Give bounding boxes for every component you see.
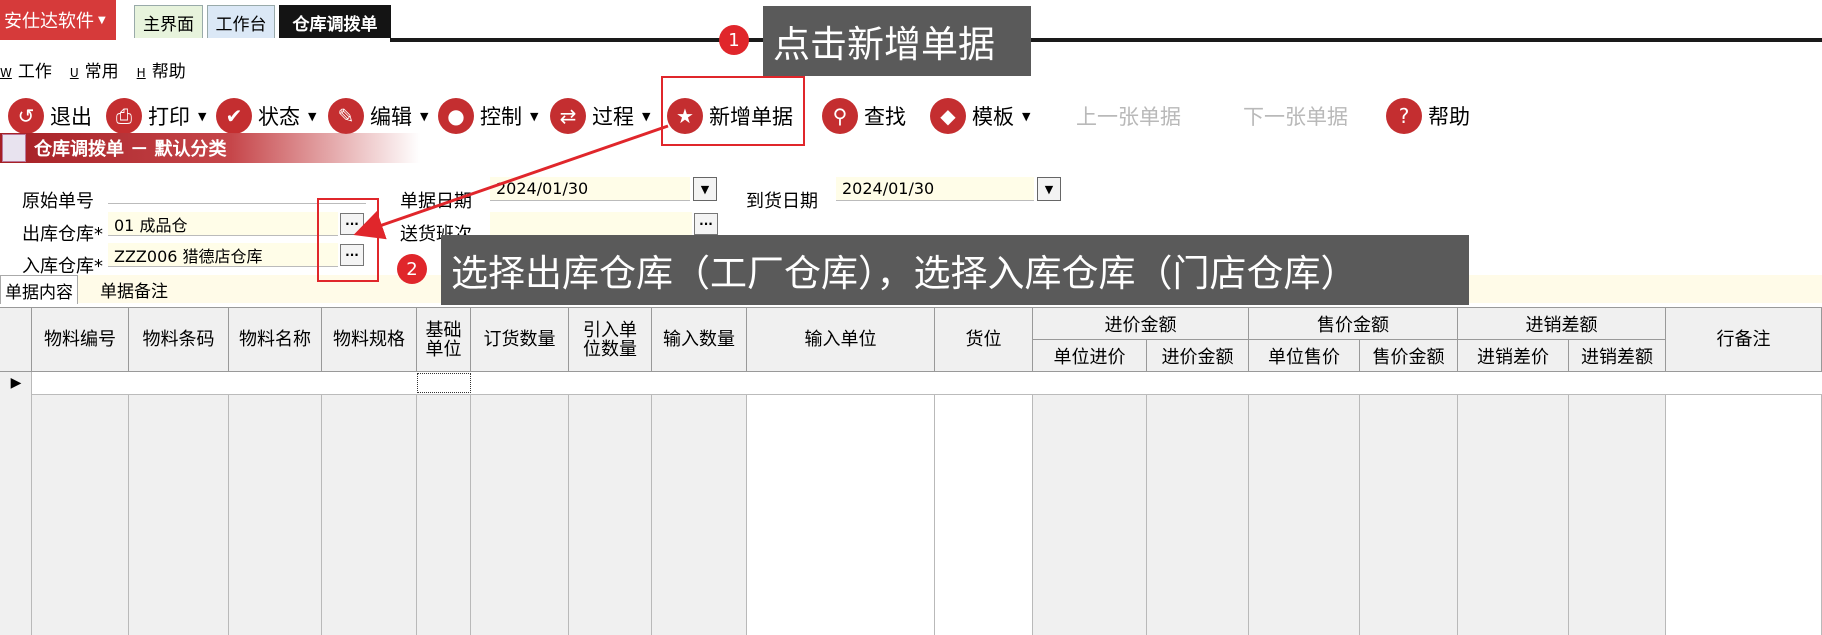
step-1-badge: 1 bbox=[719, 25, 749, 55]
pointer-arrow bbox=[353, 124, 669, 240]
step-2-callout: 选择出库仓库（工厂仓库），选择入库仓库（门店仓库） bbox=[441, 235, 1469, 305]
step-2-badge: 2 bbox=[397, 254, 427, 284]
step-1-callout: 点击新增单据 bbox=[763, 6, 1031, 76]
